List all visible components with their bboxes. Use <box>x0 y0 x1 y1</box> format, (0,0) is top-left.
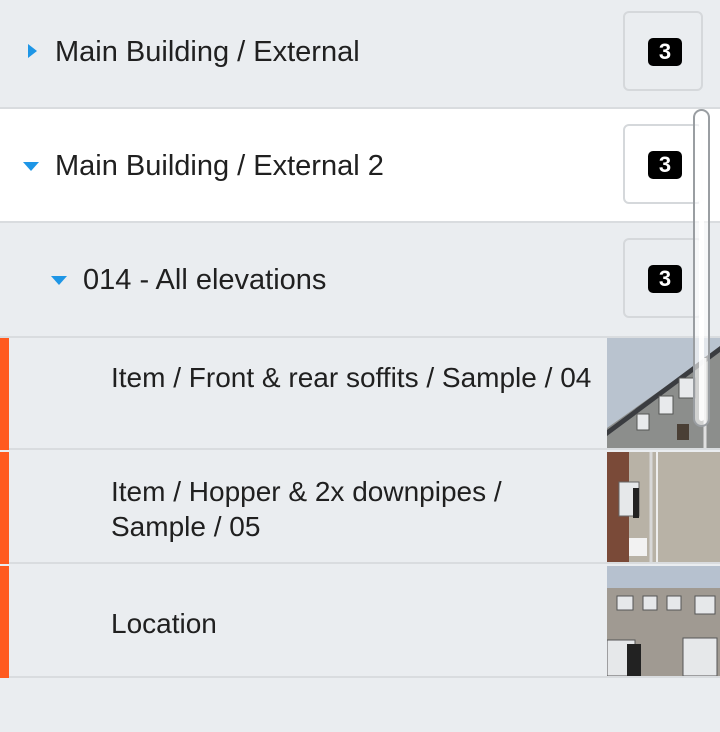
scrollbar-thumb[interactable] <box>699 115 704 421</box>
building-photo-icon <box>607 566 720 676</box>
group-label: Main Building / External 2 <box>55 150 384 182</box>
count-button[interactable]: 3 <box>623 11 703 91</box>
group-row-main-building-external[interactable]: Main Building / External 3 <box>0 0 720 109</box>
thumbnail-image[interactable] <box>607 566 720 676</box>
list-item[interactable]: Item / Hopper & 2x downpipes / Sample / … <box>0 452 720 564</box>
chevron-down-icon[interactable] <box>51 276 67 285</box>
subgroup-label: 014 - All elevations <box>83 264 327 296</box>
count-badge: 3 <box>648 38 682 66</box>
status-indicator <box>0 566 9 678</box>
chevron-right-icon[interactable] <box>28 44 37 58</box>
status-indicator <box>0 452 9 564</box>
group-label: Main Building / External <box>55 36 360 68</box>
count-badge: 3 <box>648 151 682 179</box>
tree-list: Main Building / External 3 Main Building… <box>0 0 720 732</box>
chevron-down-icon[interactable] <box>23 162 39 171</box>
item-label: Item / Hopper & 2x downpipes / Sample / … <box>111 476 502 542</box>
status-indicator <box>0 338 9 450</box>
item-label: Item / Front & rear soffits / Sample / 0… <box>111 362 592 393</box>
count-button[interactable]: 3 <box>623 238 703 318</box>
list-item[interactable]: Location <box>0 566 720 678</box>
count-button[interactable]: 3 <box>623 124 703 204</box>
count-badge: 3 <box>648 265 682 293</box>
list-item[interactable]: Item / Front & rear soffits / Sample / 0… <box>0 338 720 450</box>
scrollbar[interactable] <box>693 109 710 427</box>
building-photo-icon <box>607 452 720 562</box>
subgroup-row-all-elevations[interactable]: 014 - All elevations 3 <box>0 223 720 338</box>
item-label: Location <box>111 608 217 639</box>
group-row-main-building-external-2[interactable]: Main Building / External 2 3 <box>0 109 720 223</box>
thumbnail-image[interactable] <box>607 452 720 562</box>
